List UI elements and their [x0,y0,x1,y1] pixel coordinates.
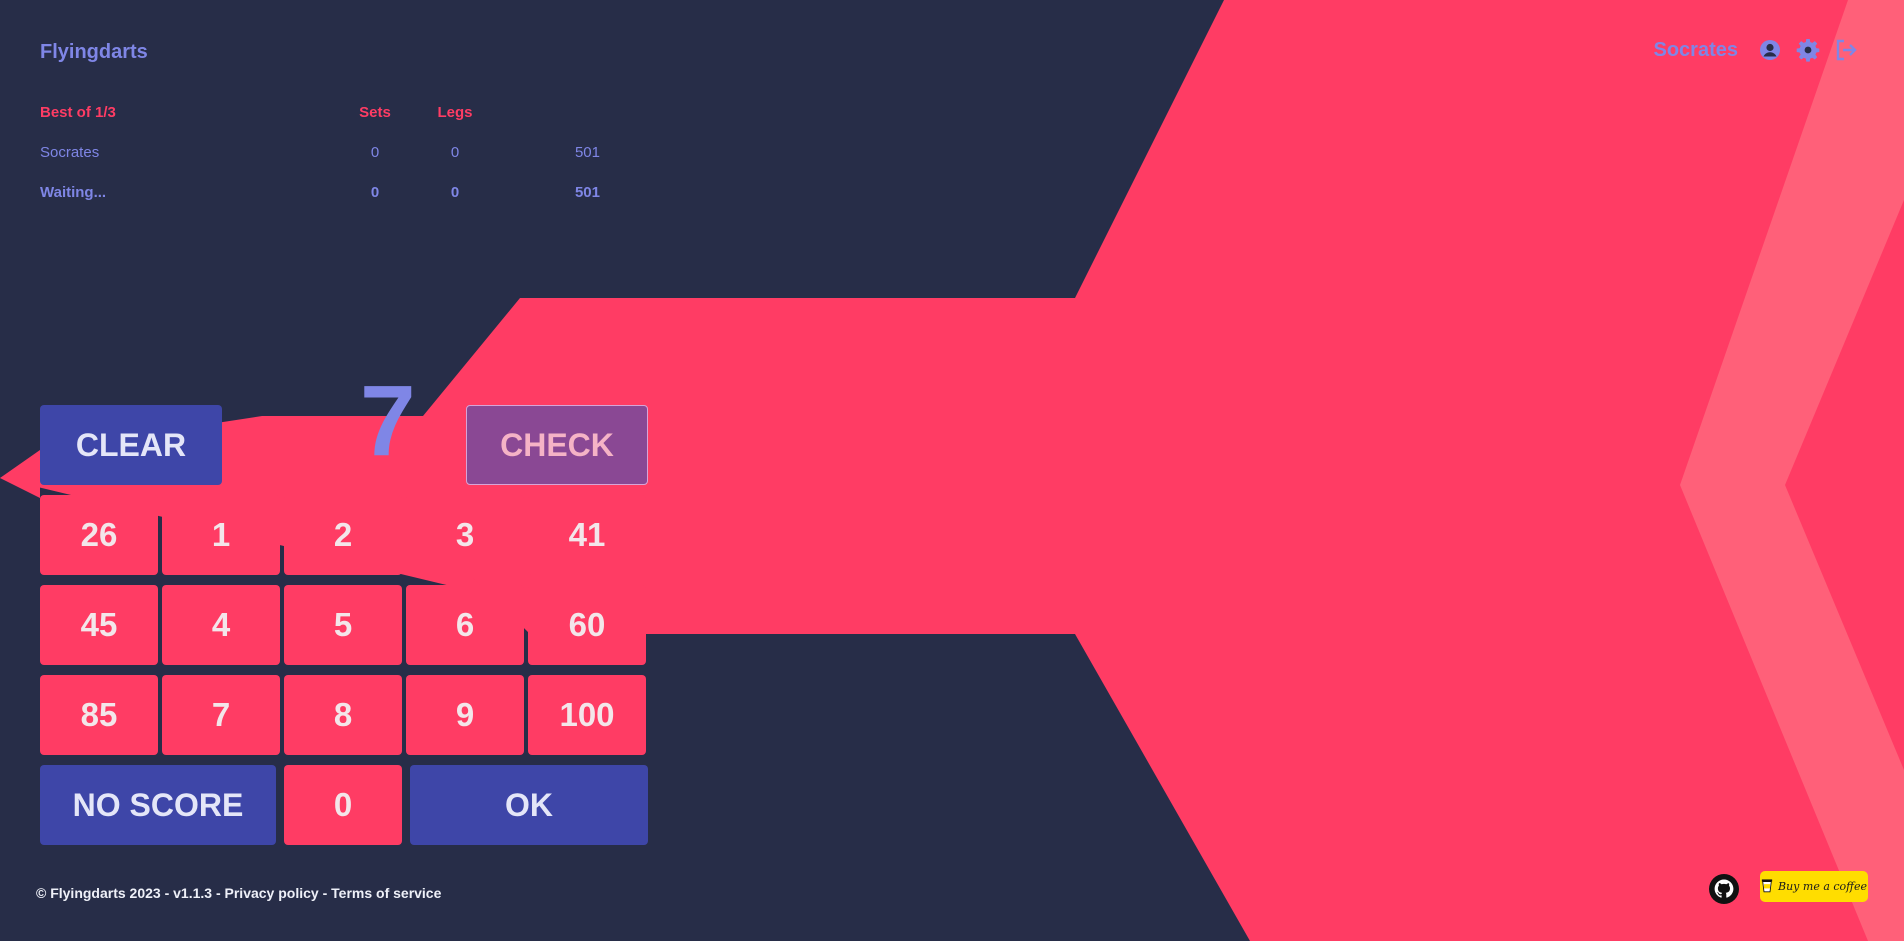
scoreboard: Best of 1/3 Sets Legs Socrates 0 0 501 W… [40,92,600,212]
keypad-top-row: CLEAR 7 CHECK [40,371,648,485]
player-name: Socrates [40,143,100,161]
match-format-label: Best of 1/3 [40,103,116,121]
buy-me-a-coffee-button[interactable]: Buy me a coffee [1760,871,1868,902]
keypad-key[interactable]: 8 [284,675,402,755]
footer-separator: - [318,885,332,901]
clear-button[interactable]: CLEAR [40,405,222,485]
username-label: Socrates [1653,38,1739,61]
keypad-bottom-row: NO SCORE 0 OK [40,765,648,845]
brand-title[interactable]: Flyingdarts [40,41,148,64]
keypad-key[interactable]: 26 [40,495,158,575]
keypad-key[interactable]: 6 [406,585,524,665]
gear-icon[interactable] [1796,38,1820,62]
github-icon[interactable] [1708,873,1740,905]
keypad-key[interactable]: 41 [528,495,646,575]
player-row: Socrates 0 0 501 [40,132,600,172]
player-score: 501 [574,143,600,161]
header-user-menu: Socrates [1654,38,1859,62]
copyright-text: © Flyingdarts 2023 - v1.1.3 - [36,885,225,901]
keypad-key[interactable]: 100 [528,675,646,755]
player-legs: 0 [450,183,460,201]
keypad-key[interactable]: 7 [162,675,280,755]
footer: © Flyingdarts 2023 - v1.1.3 - Privacy po… [36,885,441,901]
terms-of-service-link[interactable]: Terms of service [331,885,441,901]
player-name: Waiting... [40,183,107,201]
sets-header: Sets [359,103,391,121]
coffee-label: Buy me a coffee [1778,880,1867,893]
user-circle-icon[interactable] [1758,38,1782,62]
privacy-policy-link[interactable]: Privacy policy [225,885,319,901]
player-sets: 0 [370,183,380,201]
keypad-key-zero[interactable]: 0 [284,765,402,845]
no-score-button[interactable]: NO SCORE [40,765,276,845]
score-keypad: CLEAR 7 CHECK 26 1 2 3 41 45 4 5 6 60 85… [40,371,648,845]
player-sets: 0 [370,143,380,161]
coffee-cup-icon [1761,877,1773,896]
player-score: 501 [574,183,600,201]
keypad-key[interactable]: 85 [40,675,158,755]
logout-icon[interactable] [1834,38,1858,62]
legs-header: Legs [437,103,473,121]
keypad-key[interactable]: 60 [528,585,646,665]
ok-button[interactable]: OK [410,765,648,845]
keypad-key[interactable]: 1 [162,495,280,575]
scoreboard-header: Best of 1/3 Sets Legs [40,92,600,132]
keypad-key[interactable]: 5 [284,585,402,665]
keypad-key[interactable]: 9 [406,675,524,755]
keypad-key[interactable]: 4 [162,585,280,665]
keypad-key[interactable]: 3 [406,495,524,575]
keypad-key[interactable]: 2 [284,495,402,575]
player-legs: 0 [450,143,460,161]
check-button[interactable]: CHECK [466,405,648,485]
player-row: Waiting... 0 0 501 [40,172,600,212]
keypad-grid: 26 1 2 3 41 45 4 5 6 60 85 7 8 9 100 [40,495,648,755]
keypad-key[interactable]: 45 [40,585,158,665]
